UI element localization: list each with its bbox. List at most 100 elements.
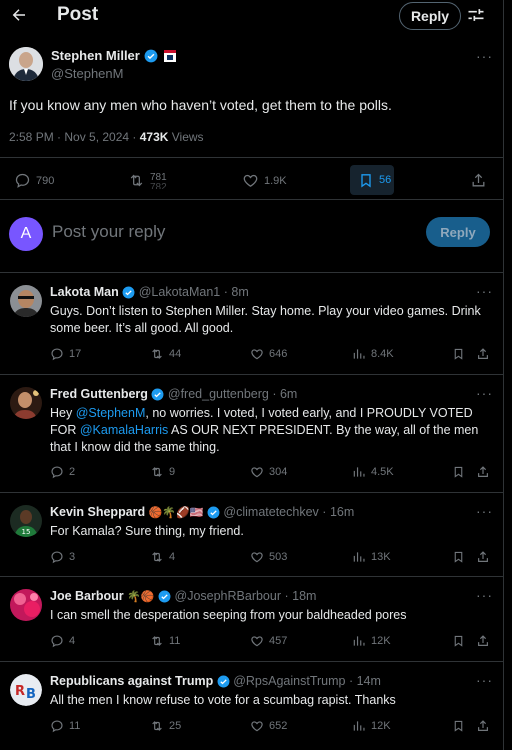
repost-action[interactable]: 781 782 [128, 172, 167, 189]
bookmark-icon [454, 635, 463, 647]
avatar[interactable]: R B [10, 674, 42, 706]
share-action[interactable] [476, 550, 490, 564]
reply-input[interactable]: Post your reply [52, 222, 165, 242]
list-item[interactable]: 15 Kevin Sheppard 🏀🌴🏈🇺🇸 @climatetechkev … [0, 492, 504, 576]
reply-action[interactable]: 2 [50, 465, 75, 479]
author-handle[interactable]: @LakotaMan1 [139, 285, 221, 299]
repost-count: 9 [169, 466, 176, 478]
like-action[interactable]: 503 [250, 550, 287, 564]
repost-icon [130, 174, 143, 187]
more-icon[interactable]: ··· [476, 283, 493, 299]
share-action[interactable] [476, 347, 490, 361]
author-name[interactable]: Kevin Sheppard [50, 505, 145, 519]
name-emoji: 🌴🏀 [127, 591, 155, 603]
share-icon [478, 348, 488, 359]
avatar[interactable]: 15 [10, 505, 42, 537]
scrollbar[interactable] [504, 0, 512, 750]
repost-action[interactable]: 4 [150, 550, 175, 564]
views-action[interactable]: 8.4K [352, 347, 394, 361]
views-action[interactable]: 13K [352, 550, 391, 564]
views-icon [353, 552, 365, 562]
header-reply-button[interactable]: Reply [399, 2, 461, 30]
author-handle[interactable]: @RpsAgainstTrump [233, 674, 345, 688]
author-name[interactable]: Fred Guttenberg [50, 387, 148, 401]
more-icon[interactable]: ··· [476, 385, 493, 401]
like-action[interactable]: 1.9K [242, 172, 287, 189]
reply-action[interactable]: 4 [50, 634, 75, 648]
more-icon[interactable]: ··· [476, 503, 493, 519]
reply-time[interactable]: 18m [292, 589, 316, 603]
back-arrow-icon[interactable] [8, 4, 30, 26]
avatar[interactable]: A [9, 217, 43, 251]
reply-time[interactable]: 6m [280, 387, 297, 401]
like-action[interactable]: 646 [250, 347, 287, 361]
bookmark-action[interactable] [452, 550, 465, 564]
views-action[interactable]: 12K [352, 719, 391, 733]
mention-link[interactable]: @StephenM [76, 406, 146, 420]
list-item[interactable]: Joe Barbour 🌴🏀 @JosephRBarbour · 18m ···… [0, 576, 504, 661]
like-action[interactable]: 304 [250, 465, 287, 479]
avatar[interactable] [10, 285, 42, 317]
reply-action[interactable]: 790 [14, 172, 54, 189]
repost-action[interactable]: 11 [150, 634, 180, 648]
author-name[interactable]: Stephen Miller [51, 48, 140, 63]
list-item[interactable]: Lakota Man @LakotaMan1 · 8m ··· Guys. Do… [0, 272, 504, 375]
reply-count: 11 [69, 720, 81, 732]
repost-count: 4 [169, 551, 176, 563]
share-action[interactable] [476, 719, 490, 733]
like-action[interactable]: 652 [250, 719, 287, 733]
repost-action[interactable]: 44 [150, 347, 181, 361]
share-action[interactable] [476, 465, 490, 479]
share-action[interactable] [470, 172, 487, 189]
more-icon[interactable]: ··· [476, 48, 493, 64]
list-item[interactable]: Fred Guttenberg @fred_guttenberg · 6m ··… [0, 374, 504, 492]
mention-link[interactable]: @KamalaHarris [80, 423, 168, 437]
svg-text:R: R [15, 684, 25, 699]
author-name[interactable]: Lakota Man [50, 285, 119, 299]
bookmark-action[interactable] [452, 634, 465, 648]
views-icon [353, 467, 365, 477]
verified-badge-icon [207, 506, 220, 522]
reply-action[interactable]: 17 [50, 347, 81, 361]
author-handle[interactable]: @fred_guttenberg [168, 387, 269, 401]
bookmark-action[interactable] [452, 465, 465, 479]
reply-icon [51, 551, 63, 564]
post-timestamp[interactable]: 2:58 PM · Nov 5, 2024 · [9, 130, 140, 144]
divider [0, 199, 504, 200]
author-handle[interactable]: @StephenM [51, 66, 123, 81]
reply-header: Joe Barbour 🌴🏀 @JosephRBarbour · 18m [50, 589, 316, 606]
bookmark-action[interactable]: 56 [350, 165, 394, 195]
reply-action[interactable]: 11 [50, 719, 80, 733]
author-handle[interactable]: @JosephRBarbour [175, 589, 282, 603]
avatar[interactable] [10, 589, 42, 621]
share-action[interactable] [476, 634, 490, 648]
svg-text:B: B [26, 687, 36, 702]
reply-header: Kevin Sheppard 🏀🌴🏈🇺🇸 @climatetechkev · 1… [50, 505, 354, 522]
reply-action[interactable]: 3 [50, 550, 75, 564]
reply-count: 4 [69, 635, 76, 647]
like-icon [251, 467, 263, 478]
views-action[interactable]: 4.5K [352, 465, 394, 479]
reply-actions: 11 25 652 12K [0, 719, 504, 735]
author-name[interactable]: Republicans against Trump [50, 674, 213, 688]
reply-time[interactable]: 16m [330, 505, 354, 519]
bookmark-action[interactable] [452, 719, 465, 733]
reply-icon [51, 635, 63, 648]
reply-time[interactable]: 8m [231, 285, 248, 299]
reply-submit-button[interactable]: Reply [426, 217, 490, 247]
avatar[interactable] [10, 387, 42, 419]
views-action[interactable]: 12K [352, 634, 391, 648]
reply-time[interactable]: 14m [357, 674, 381, 688]
list-item[interactable]: R B Republicans against Trump @RpsAgains… [0, 661, 504, 750]
like-action[interactable]: 457 [250, 634, 287, 648]
avatar[interactable] [9, 47, 43, 81]
more-icon[interactable]: ··· [476, 587, 493, 603]
repost-action[interactable]: 9 [150, 465, 175, 479]
author-name[interactable]: Joe Barbour [50, 589, 124, 603]
more-icon[interactable]: ··· [476, 672, 493, 688]
author-handle[interactable]: @climatetechkev [223, 505, 318, 519]
tune-icon[interactable] [466, 5, 486, 25]
bookmark-action[interactable] [452, 347, 465, 361]
views-icon [353, 721, 365, 731]
repost-action[interactable]: 25 [150, 719, 181, 733]
